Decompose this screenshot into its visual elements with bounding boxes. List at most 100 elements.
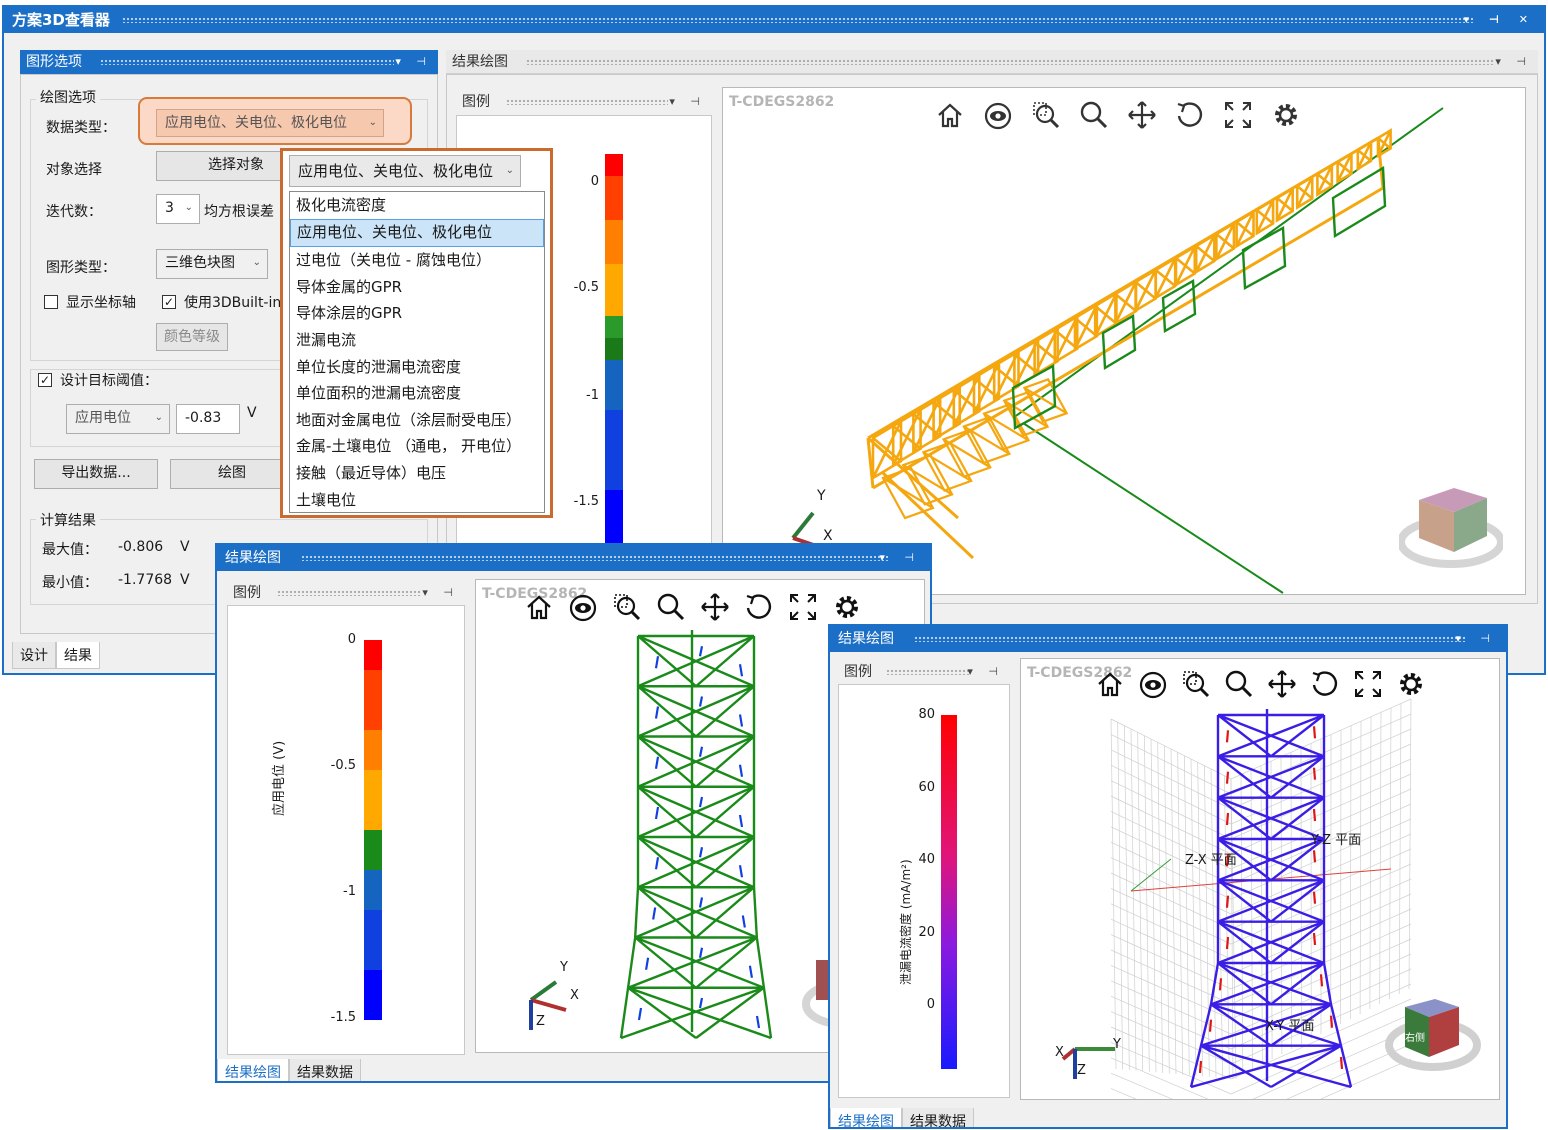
plot-options-title: 绘图选项: [36, 87, 100, 107]
graph-type-label: 图形类型：: [46, 260, 116, 276]
legend-panel: 80 60 40 20 0 泄漏电流密度 (mA/m²): [838, 684, 1010, 1098]
axis-label-x: X: [570, 988, 579, 1003]
panel-pin-icon[interactable]: ▾ ⊣: [1495, 50, 1532, 74]
design-target-label: 设计目标阈值：: [60, 373, 158, 389]
threshold-type-combo[interactable]: 应用电位 ⌄: [66, 404, 170, 434]
mesh-segment: [912, 395, 942, 455]
graph-type-combo[interactable]: 三维色块图 ⌄: [156, 249, 268, 279]
dropdown-item[interactable]: 导体涂层的GPR: [290, 300, 544, 327]
iterations-value: 3: [165, 200, 174, 216]
dropdown-item[interactable]: 地面对金属电位（涂层耐受电压）: [290, 407, 544, 434]
panel-pin-icon[interactable]: ▾ ⊣: [395, 50, 432, 74]
legend-panel: 0 -0.5 -1 -1.5 应用电位 (V): [227, 605, 465, 1055]
legend-tick: -1: [343, 884, 356, 899]
tab-result-plot[interactable]: 结果绘图: [217, 1059, 289, 1081]
tab-result-data[interactable]: 结果数据: [902, 1108, 974, 1127]
window-title-text: 方案3D查看器: [12, 11, 110, 29]
tab-result-plot[interactable]: 结果绘图: [830, 1108, 902, 1127]
dropdown-item[interactable]: 过电位（关电位 - 腐蚀电位）: [290, 247, 544, 274]
mesh-segment: [1359, 721, 1362, 1015]
home-icon[interactable]: [1095, 669, 1125, 703]
tab-results[interactable]: 结果: [56, 642, 100, 669]
legend-tick: -0.5: [330, 758, 356, 773]
mesh-segment: [1110, 934, 1232, 990]
mesh-segment: [1215, 221, 1236, 262]
show-axes-label: 显示坐标轴: [66, 295, 136, 311]
rotate-icon[interactable]: [1310, 669, 1340, 703]
view-cube-icon: [1397, 488, 1505, 568]
data-type-combo[interactable]: 应用电位、关电位、极化电位 ⌄: [156, 109, 384, 137]
min-unit: V: [180, 572, 190, 588]
dropdown-item[interactable]: 单位长度的泄漏电流密度: [290, 354, 544, 381]
window-controls[interactable]: ▾ ⊣ ✕: [1464, 7, 1536, 33]
legend-tick: -1: [586, 388, 599, 403]
dropdown-frame: 应用电位、关电位、极化电位 ⌄ 极化电流密度 应用电位、关电位、极化电位 过电位（关电…: [280, 148, 553, 518]
panel-pin-icon[interactable]: ▾ ⊣: [967, 660, 1004, 684]
threshold-value-input[interactable]: -0.83: [176, 404, 240, 434]
dropdown-item[interactable]: 金属-土壤电位 （通电， 开电位）: [290, 433, 544, 460]
dropdown-item[interactable]: 单位面积的泄漏电流密度: [290, 380, 544, 407]
mesh-segment: [1398, 703, 1402, 995]
dropdown-combo[interactable]: 应用电位、关电位、极化电位 ⌄: [289, 155, 521, 187]
mesh-segment: [1110, 795, 1232, 855]
mesh-segment: [1336, 151, 1353, 185]
dropdown-item[interactable]: 泄漏电流: [290, 327, 544, 354]
panel-pin-icon[interactable]: ▾ ⊣: [669, 90, 706, 114]
chevron-down-icon: ⌄: [368, 117, 377, 128]
dropdown-item[interactable]: 导体金属的GPR: [290, 274, 544, 301]
view-cube[interactable]: [1397, 480, 1505, 570]
export-data-button[interactable]: 导出数据...: [34, 459, 158, 489]
mesh-segment: [1225, 891, 1317, 908]
mesh-segment: [1137, 732, 1144, 1072]
mesh-segment: [1235, 209, 1255, 249]
results-group-title: 计算结果: [36, 510, 100, 530]
axis-label-z: Z: [536, 1014, 545, 1029]
rms-label: 均方根误差: [204, 204, 274, 220]
3d-view-tower-blue[interactable]: T-CDEGS2862 Z-X 平面 Y-Z 平面 X-Y 平面 Y X Z 右…: [1020, 658, 1500, 1100]
legend-tick: -0.5: [573, 280, 599, 295]
mesh-segment: [1217, 879, 1325, 923]
threshold-unit: V: [247, 405, 257, 421]
legend-tick: 60: [918, 780, 935, 795]
panel-pin-icon[interactable]: ▾ ⊣: [422, 581, 459, 605]
mesh-segment: [637, 634, 755, 688]
color-levels-button[interactable]: 颜色等级: [156, 323, 228, 351]
pan-icon[interactable]: [1267, 669, 1297, 703]
dropdown-item[interactable]: 接触（最近导体）电压: [290, 460, 544, 487]
view-cube[interactable]: 右侧: [1383, 995, 1483, 1085]
dropdown-item[interactable]: 极化电流密度: [290, 192, 544, 219]
show-axes-checkbox[interactable]: [44, 295, 58, 309]
result-window-title: 结果绘图 ▾ ⊣: [830, 626, 1506, 652]
options-panel-title: 图形选项: [26, 54, 82, 70]
zoom-box-icon[interactable]: [1181, 669, 1211, 703]
zoom-icon[interactable]: [1224, 669, 1254, 703]
panel-pin-icon[interactable]: ▾ ⊣: [879, 545, 922, 571]
main-window-title: 方案3D查看器 ▾ ⊣ ✕: [4, 7, 1544, 33]
tab-design[interactable]: 设计: [12, 642, 56, 669]
settings-icon[interactable]: [1396, 669, 1426, 703]
axis-label-y: Y: [1113, 1037, 1121, 1052]
panel-pin-icon[interactable]: ▾ ⊣: [1455, 626, 1498, 652]
mesh-segment: [1134, 267, 1157, 313]
iterations-combo[interactable]: 3 ⌄: [156, 194, 200, 224]
result-panel-title: 结果绘图: [452, 54, 508, 70]
dropdown-item[interactable]: 应用电位、关电位、极化电位: [290, 218, 544, 248]
3d-view-main[interactable]: T-CDEGS2862 Y X: [722, 87, 1526, 595]
design-target-checkbox[interactable]: ✓: [38, 373, 52, 387]
min-value: -1.7768: [118, 572, 173, 588]
legend-tick: -1.5: [330, 1010, 356, 1025]
data-type-label: 数据类型：: [46, 120, 116, 136]
result-window-title: 结果绘图 ▾ ⊣: [217, 545, 930, 571]
eye-icon[interactable]: [1138, 669, 1168, 703]
legend-title: 图例: [233, 585, 261, 601]
dropdown-item[interactable]: 土壤电位: [290, 487, 544, 514]
mesh-segment: [1194, 232, 1216, 275]
use-3d-checkbox[interactable]: ✓: [162, 295, 176, 309]
plane-label-zx: Z-X 平面: [1185, 853, 1237, 868]
legend-tick: 0: [347, 632, 356, 647]
legend-header: 图例 ▾ ⊣: [227, 581, 465, 605]
tab-result-data[interactable]: 结果数据: [289, 1059, 361, 1081]
plane-label-xy: X-Y 平面: [1265, 1019, 1315, 1034]
fit-icon[interactable]: [1353, 669, 1383, 703]
plot-button[interactable]: 绘图: [170, 459, 294, 489]
